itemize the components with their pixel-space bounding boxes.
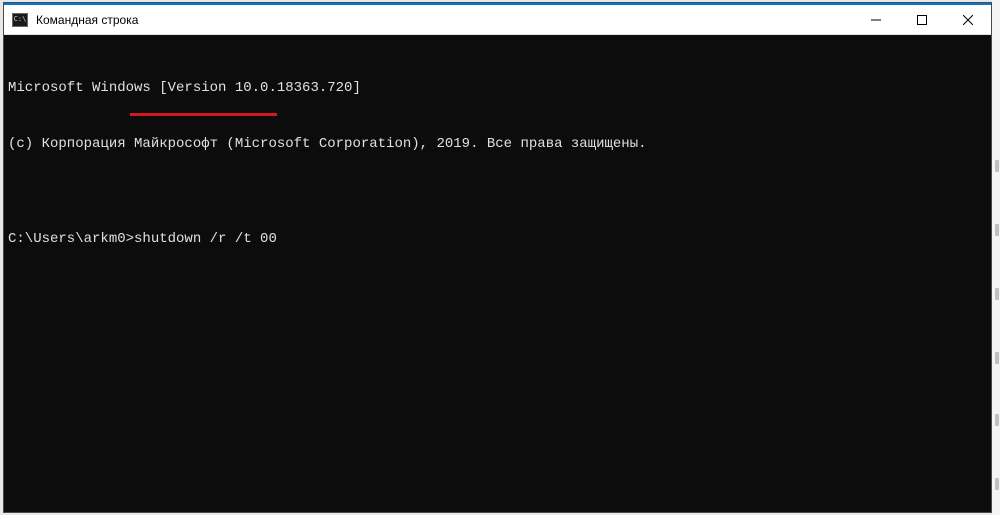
- scroll-mark: [995, 414, 999, 426]
- minimize-button[interactable]: [853, 5, 899, 34]
- app-icon-glyph: C:\: [14, 16, 27, 23]
- scroll-mark: [995, 478, 999, 490]
- scroll-mark: [995, 224, 999, 236]
- page-right-edge: [992, 0, 1000, 515]
- command-prompt-window: C:\ Командная строка Microsoft: [3, 2, 992, 513]
- minimize-icon: [871, 15, 881, 25]
- command-underline-annotation: [130, 113, 277, 116]
- maximize-button[interactable]: [899, 5, 945, 34]
- scroll-mark: [995, 352, 999, 364]
- close-button[interactable]: [945, 5, 991, 34]
- window-controls: [853, 5, 991, 34]
- terminal-line: Microsoft Windows [Version 10.0.18363.72…: [8, 79, 987, 98]
- close-icon: [963, 15, 973, 25]
- maximize-icon: [917, 15, 927, 25]
- app-icon: C:\: [12, 13, 28, 27]
- terminal-line: (c) Корпорация Майкрософт (Microsoft Cor…: [8, 135, 987, 154]
- scroll-mark: [995, 160, 999, 172]
- window-title: Командная строка: [36, 13, 853, 27]
- terminal-prompt-line: C:\Users\arkm0>shutdown /r /t 00: [8, 230, 987, 249]
- scroll-mark: [995, 288, 999, 300]
- titlebar[interactable]: C:\ Командная строка: [4, 5, 991, 35]
- terminal-output[interactable]: Microsoft Windows [Version 10.0.18363.72…: [4, 35, 991, 512]
